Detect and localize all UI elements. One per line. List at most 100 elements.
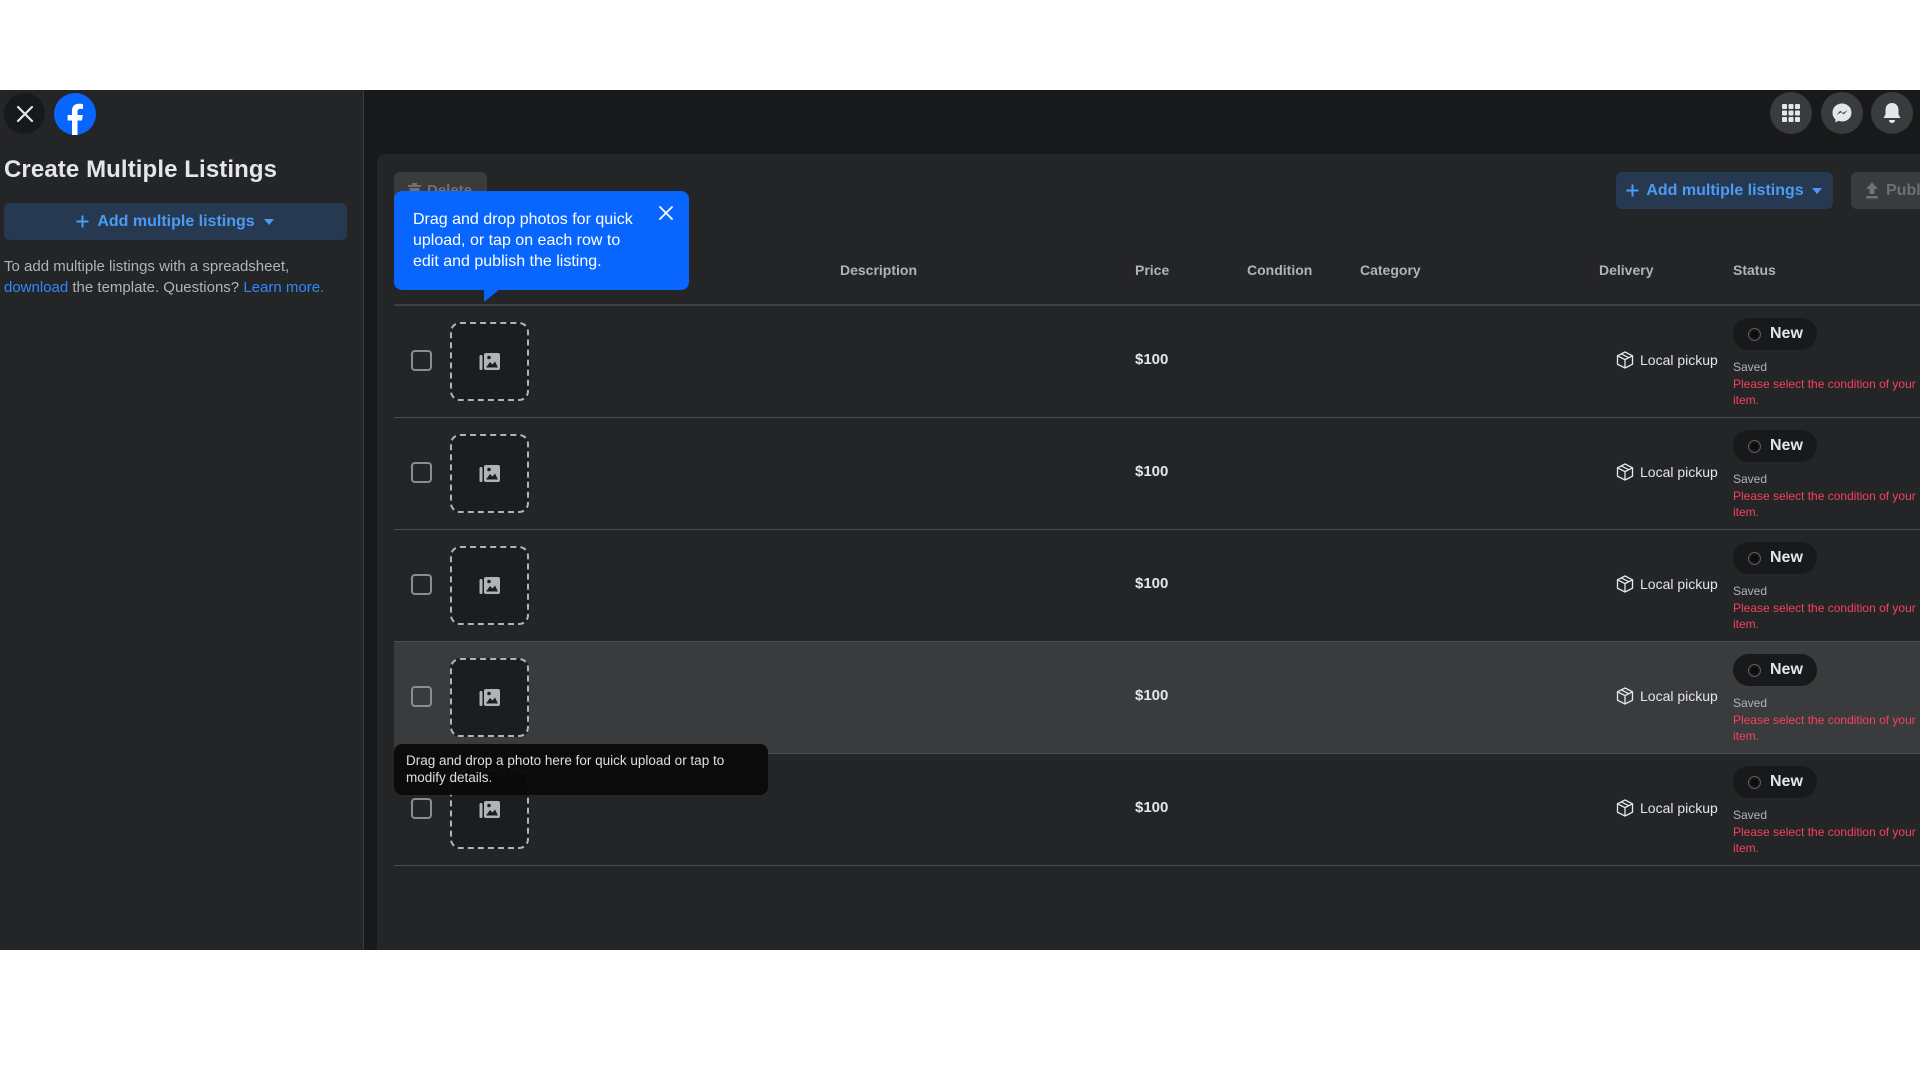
row-delivery: Local pickup	[1616, 463, 1718, 481]
messenger-button[interactable]	[1821, 92, 1863, 134]
row-price: $100	[1135, 351, 1169, 368]
table-row[interactable]: $100 Local pickup New Saved Please selec…	[394, 642, 1920, 754]
delivery-label: Local pickup	[1640, 688, 1718, 704]
package-icon	[1616, 575, 1634, 593]
column-header-price: Price	[1135, 262, 1170, 278]
row-checkbox[interactable]	[411, 350, 432, 371]
row-delivery: Local pickup	[1616, 687, 1718, 705]
column-header-delivery: Delivery	[1599, 262, 1654, 278]
photo-upload-dropzone[interactable]	[450, 434, 529, 513]
photo-icon	[479, 352, 500, 370]
close-icon	[659, 206, 673, 220]
table-row[interactable]: $100 Local pickup New Saved Please selec…	[394, 306, 1920, 418]
app-window: Create Multiple Listings Add multiple li…	[0, 90, 1920, 950]
row-delivery: Local pickup	[1616, 575, 1718, 593]
table-row[interactable]: $100 Local pickup New Saved Please selec…	[394, 418, 1920, 530]
row-checkbox[interactable]	[411, 462, 432, 483]
status-badge[interactable]: New	[1733, 318, 1817, 350]
delivery-label: Local pickup	[1640, 464, 1718, 480]
row-delivery: Local pickup	[1616, 799, 1718, 817]
photo-icon	[479, 576, 500, 594]
row-hover-tooltip: Drag and drop a photo here for quick upl…	[394, 744, 768, 795]
row-checkbox[interactable]	[411, 798, 432, 819]
onboarding-tooltip: Drag and drop photos for quick upload, o…	[394, 191, 689, 302]
photo-icon	[479, 800, 500, 818]
column-header-condition: Condition	[1247, 262, 1313, 278]
add-multiple-listings-toolbar-label: Add multiple listings	[1646, 181, 1804, 199]
notifications-button[interactable]	[1871, 92, 1913, 134]
package-icon	[1616, 687, 1634, 705]
messenger-icon	[1832, 103, 1852, 123]
publish-label: Publish	[1886, 181, 1920, 199]
table-row[interactable]: $100 Local pickup New Saved Please selec…	[394, 530, 1920, 642]
row-error-message: Please select the condition of your item.	[1733, 489, 1916, 519]
column-header-status: Status	[1733, 262, 1776, 278]
row-price: $100	[1135, 799, 1169, 816]
top-bar	[364, 90, 1920, 154]
row-checkbox[interactable]	[411, 686, 432, 707]
notifications-bell-icon	[1883, 103, 1901, 123]
status-badge[interactable]: New	[1733, 542, 1817, 574]
photo-icon	[479, 688, 500, 706]
status-dot-icon	[1748, 775, 1761, 789]
caret-down-icon	[263, 218, 274, 225]
onboarding-tooltip-text: Drag and drop photos for quick upload, o…	[413, 211, 633, 270]
photo-upload-dropzone[interactable]	[450, 322, 529, 401]
caret-down-icon	[1811, 187, 1822, 194]
package-icon	[1616, 351, 1634, 369]
saved-status: Saved	[1733, 472, 1768, 486]
add-multiple-listings-button[interactable]: Add multiple listings	[4, 203, 347, 240]
row-error-message: Please select the condition of your item.	[1733, 825, 1916, 855]
publish-button[interactable]: Publish	[1851, 172, 1920, 209]
facebook-logo[interactable]	[54, 93, 96, 135]
menu-grid-icon	[1782, 104, 1800, 122]
add-multiple-listings-toolbar-button[interactable]: Add multiple listings	[1616, 172, 1833, 209]
row-price: $100	[1135, 463, 1169, 480]
status-dot-icon	[1748, 439, 1761, 453]
delivery-label: Local pickup	[1640, 576, 1718, 592]
sidebar: Create Multiple Listings Add multiple li…	[0, 90, 364, 950]
status-label: New	[1770, 773, 1803, 790]
saved-status: Saved	[1733, 360, 1768, 374]
package-icon	[1616, 463, 1634, 481]
status-label: New	[1770, 325, 1803, 342]
status-label: New	[1770, 437, 1803, 454]
column-header-description: Description	[840, 262, 918, 278]
help-text-middle: the template. Questions?	[68, 279, 244, 296]
close-icon	[16, 105, 33, 122]
row-hover-tooltip-text: Drag and drop a photo here for quick upl…	[406, 753, 725, 785]
status-dot-icon	[1748, 663, 1761, 677]
row-price: $100	[1135, 687, 1169, 704]
upload-icon	[1866, 182, 1878, 199]
row-error-message: Please select the condition of your item.	[1733, 713, 1916, 743]
row-delivery: Local pickup	[1616, 351, 1718, 369]
photo-upload-dropzone[interactable]	[450, 546, 529, 625]
help-text-start: To add multiple listings with a spreadsh…	[4, 258, 290, 275]
page-title: Create Multiple Listings	[4, 156, 278, 183]
row-error-message: Please select the condition of your item.	[1733, 601, 1916, 631]
row-error-message: Please select the condition of your item.	[1733, 377, 1916, 407]
status-dot-icon	[1748, 327, 1761, 341]
status-dot-icon	[1748, 551, 1761, 565]
row-price: $100	[1135, 575, 1169, 592]
plus-icon	[1626, 184, 1639, 197]
status-badge[interactable]: New	[1733, 766, 1817, 798]
package-icon	[1616, 799, 1634, 817]
photo-icon	[479, 464, 500, 482]
saved-status: Saved	[1733, 696, 1768, 710]
plus-icon	[76, 215, 89, 228]
row-checkbox[interactable]	[411, 574, 432, 595]
saved-status: Saved	[1733, 808, 1768, 822]
tooltip-close-button[interactable]	[655, 202, 677, 224]
delivery-label: Local pickup	[1640, 800, 1718, 816]
close-button[interactable]	[4, 93, 45, 134]
status-badge[interactable]: New	[1733, 430, 1817, 462]
download-template-link[interactable]: download	[4, 279, 68, 296]
photo-upload-dropzone[interactable]	[450, 658, 529, 737]
menu-button[interactable]	[1770, 92, 1812, 134]
status-badge[interactable]: New	[1733, 654, 1817, 686]
learn-more-link[interactable]: Learn more.	[243, 279, 324, 296]
saved-status: Saved	[1733, 584, 1768, 598]
tooltip-pointer	[484, 289, 500, 302]
status-label: New	[1770, 549, 1803, 566]
